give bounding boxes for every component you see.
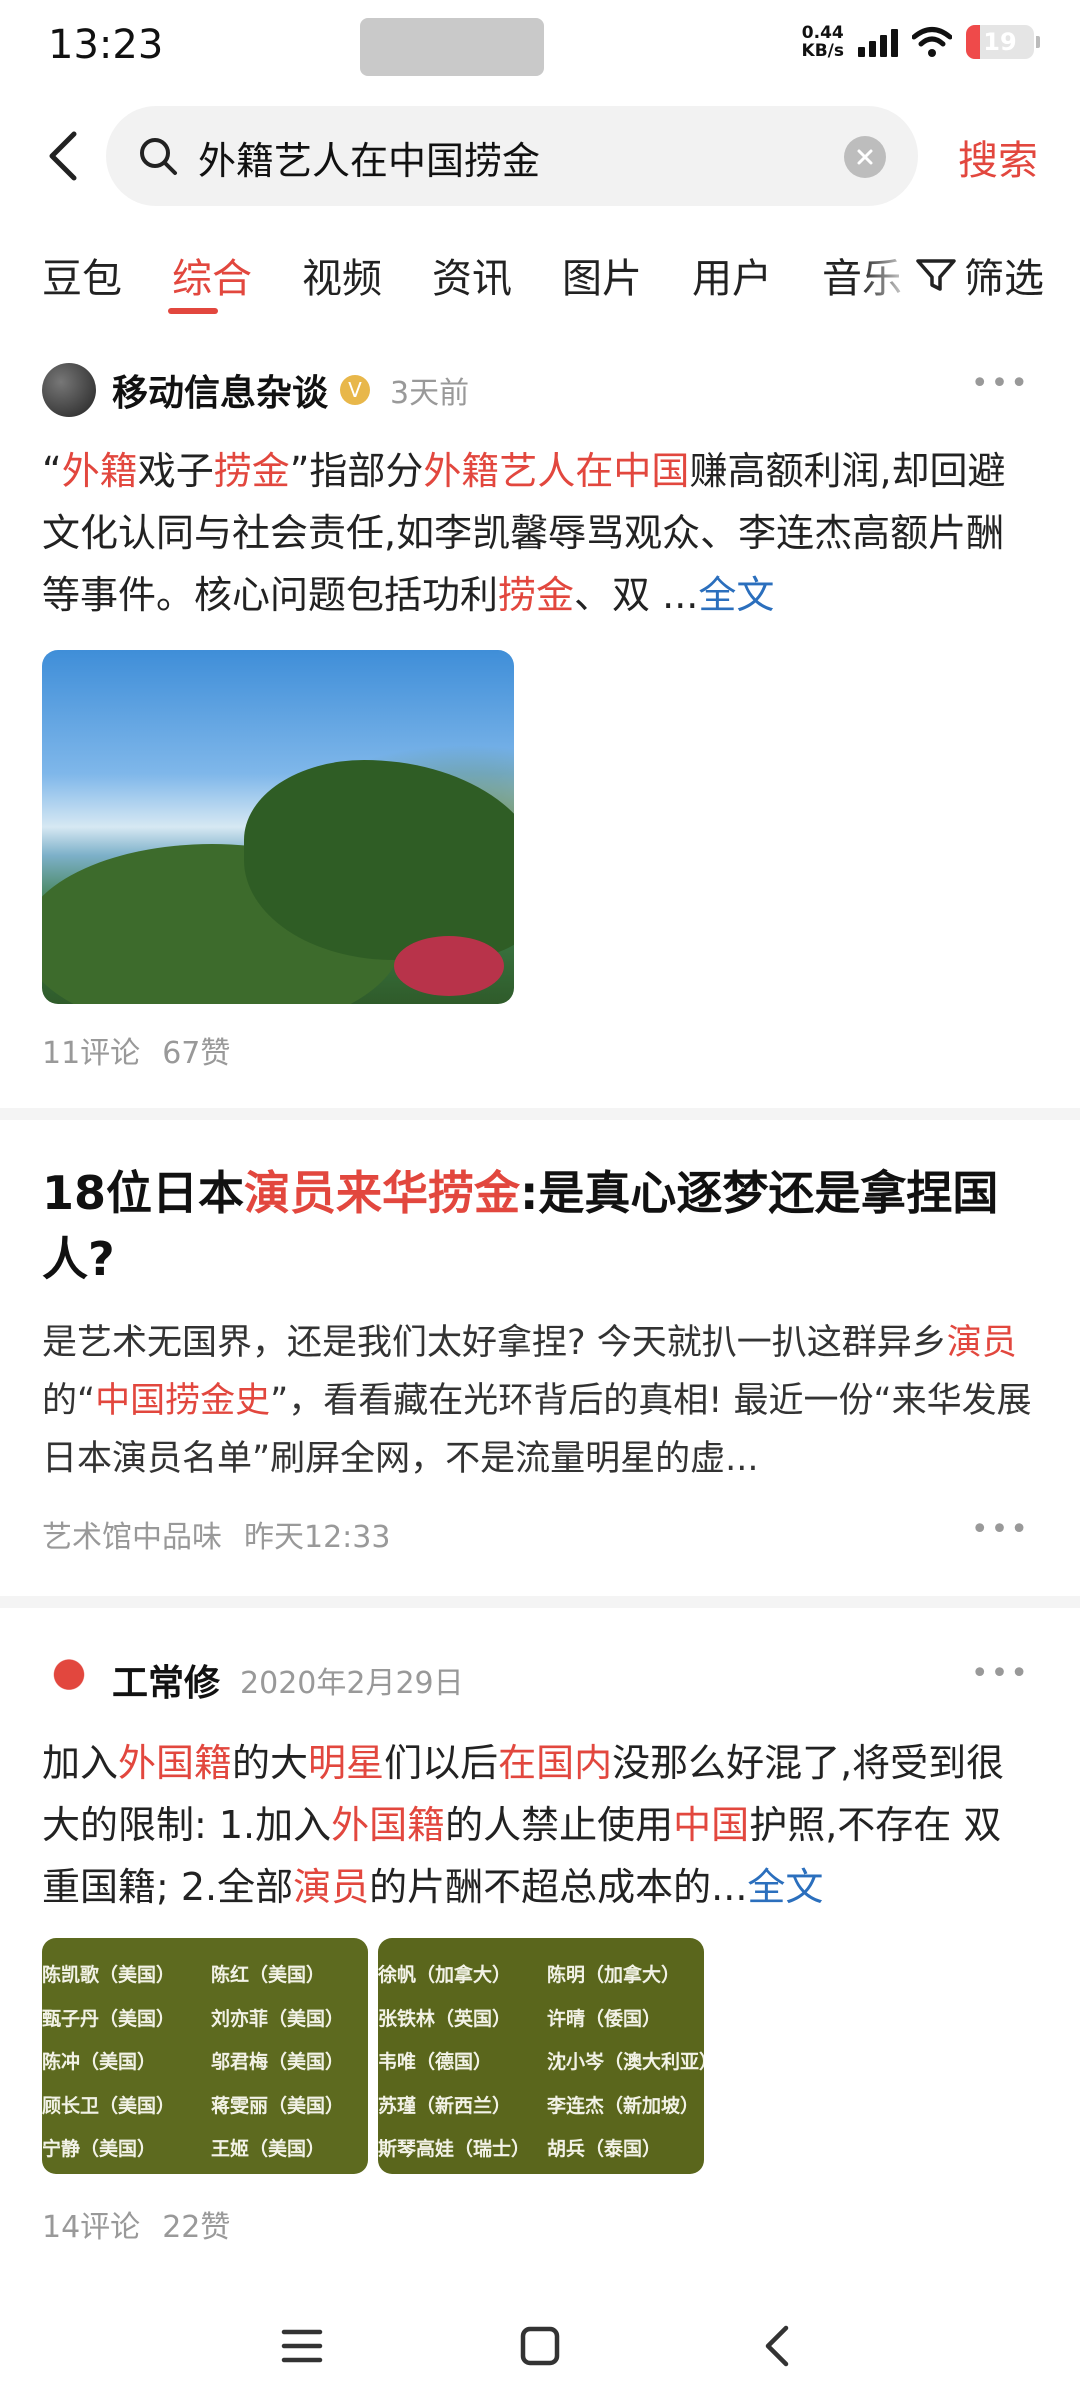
status-bar: 13:23 0.44 KB/s 19 xyxy=(0,0,1080,96)
category-tabs: 豆包 综合 视频 资讯 图片 用户 音乐 筛选 xyxy=(0,236,1080,326)
like-count: 67赞 xyxy=(162,1036,231,1071)
active-tab-indicator xyxy=(168,308,218,314)
search-button[interactable]: 搜索 xyxy=(958,128,1038,186)
battery-level: 19 xyxy=(983,28,1017,56)
post-body[interactable]: 加入外国籍的大明星们以后在国内没那么好混了,将受到很大的限制: 1.加入外国籍的… xyxy=(42,1732,1038,1918)
section-divider xyxy=(0,1596,1080,1608)
avatar[interactable] xyxy=(42,1653,96,1707)
search-box[interactable] xyxy=(106,106,918,208)
home-icon[interactable] xyxy=(510,2316,570,2376)
battery-cap xyxy=(1036,36,1040,48)
comment-count: 11评论 xyxy=(42,1036,141,1071)
more-options-icon[interactable]: ••• xyxy=(971,1512,1030,1547)
close-icon xyxy=(857,149,873,165)
author-name[interactable]: 工常修 xyxy=(112,1654,220,1706)
read-full-link[interactable]: 全文 xyxy=(747,1865,823,1909)
comment-count: 14评论 xyxy=(42,2210,141,2245)
section-divider xyxy=(0,1108,1080,1120)
post-image-gallery: 陈凯歌（美国） 陈红（美国） 甄子丹（美国） 刘亦菲（美国） 陈冲（美国） 邬君梅（美… xyxy=(42,1938,704,2174)
post-card[interactable]: 移动信息杂谈 V 3天前 ••• “外籍戏子捞金”指部分外籍艺人在中国赚高额利润… xyxy=(0,360,1080,1080)
avatar[interactable] xyxy=(42,363,96,417)
article-source[interactable]: 艺术馆中品味 xyxy=(42,1520,222,1555)
wifi-icon xyxy=(912,27,952,57)
read-full-link[interactable]: 全文 xyxy=(698,573,774,617)
back-icon[interactable] xyxy=(748,2316,808,2376)
back-arrow-icon[interactable] xyxy=(36,126,96,186)
author-row: 工常修 2020年2月29日 xyxy=(42,1650,464,1710)
more-options-icon[interactable]: ••• xyxy=(971,1656,1030,1691)
post-stats: 11评论 67赞 xyxy=(42,1028,252,1072)
tab-doubao[interactable]: 豆包 xyxy=(42,246,122,304)
net-speed: 0.44 KB/s xyxy=(801,23,844,61)
article-meta: 艺术馆中品味 昨天12:33 xyxy=(42,1512,412,1556)
battery-icon: 19 xyxy=(966,25,1034,59)
article-card[interactable]: 18位日本演员来华捞金:是真心逐梦还是拿捏国人? 是艺术无国界，还是我们太好拿捏… xyxy=(0,1160,1080,1570)
filter-label: 筛选 xyxy=(964,256,1044,302)
tab-video[interactable]: 视频 xyxy=(302,246,382,304)
system-navigation-bar xyxy=(0,2290,1080,2400)
post-image[interactable]: 徐帆（加拿大） 陈明（加拿大） 张铁林（英国） 许晴（倭国） 韦唯（德国） 沈小岑（澳… xyxy=(378,1938,704,2174)
filter-icon xyxy=(916,259,956,291)
status-time: 13:23 xyxy=(48,22,164,68)
author-name[interactable]: 移动信息杂谈 xyxy=(112,364,328,416)
more-options-icon[interactable]: ••• xyxy=(971,366,1030,401)
signal-icon xyxy=(858,27,898,57)
post-time: 3天前 xyxy=(390,376,470,411)
article-title[interactable]: 18位日本演员来华捞金:是真心逐梦还是拿捏国人? xyxy=(42,1160,1032,1292)
like-count: 22赞 xyxy=(162,2210,231,2245)
clear-icon[interactable] xyxy=(844,136,886,178)
post-stats: 14评论 22赞 xyxy=(42,2202,252,2246)
search-bar-row: 搜索 xyxy=(0,106,1080,208)
menu-icon[interactable] xyxy=(272,2316,332,2376)
article-summary: 是艺术无国界，还是我们太好拿捏? 今天就扒一扒这群异乡演员的“中国捞金史”，看看… xyxy=(42,1323,1032,1479)
author-row: 移动信息杂谈 V 3天前 xyxy=(42,360,469,420)
filter-button[interactable]: 筛选 xyxy=(914,246,1044,304)
post-image[interactable] xyxy=(42,650,514,1004)
search-icon xyxy=(140,138,177,175)
post-image[interactable]: 陈凯歌（美国） 陈红（美国） 甄子丹（美国） 刘亦菲（美国） 陈冲（美国） 邬君梅（美… xyxy=(42,1938,368,2174)
tab-users[interactable]: 用户 xyxy=(692,246,772,304)
post-time: 2020年2月29日 xyxy=(240,1666,464,1701)
article-time: 昨天12:33 xyxy=(244,1520,391,1555)
status-indicators: 0.44 KB/s 19 xyxy=(802,24,1040,60)
verified-badge-icon: V xyxy=(340,375,371,405)
tab-news[interactable]: 资讯 xyxy=(432,246,512,304)
search-input[interactable] xyxy=(196,106,820,208)
camera-cutout xyxy=(360,18,544,76)
post-body[interactable]: “外籍戏子捞金”指部分外籍艺人在中国赚高额利润,却回避文化认同与社会责任,如李凯… xyxy=(42,440,1038,626)
tab-general[interactable]: 综合 xyxy=(172,246,252,304)
tab-images[interactable]: 图片 xyxy=(562,246,642,304)
